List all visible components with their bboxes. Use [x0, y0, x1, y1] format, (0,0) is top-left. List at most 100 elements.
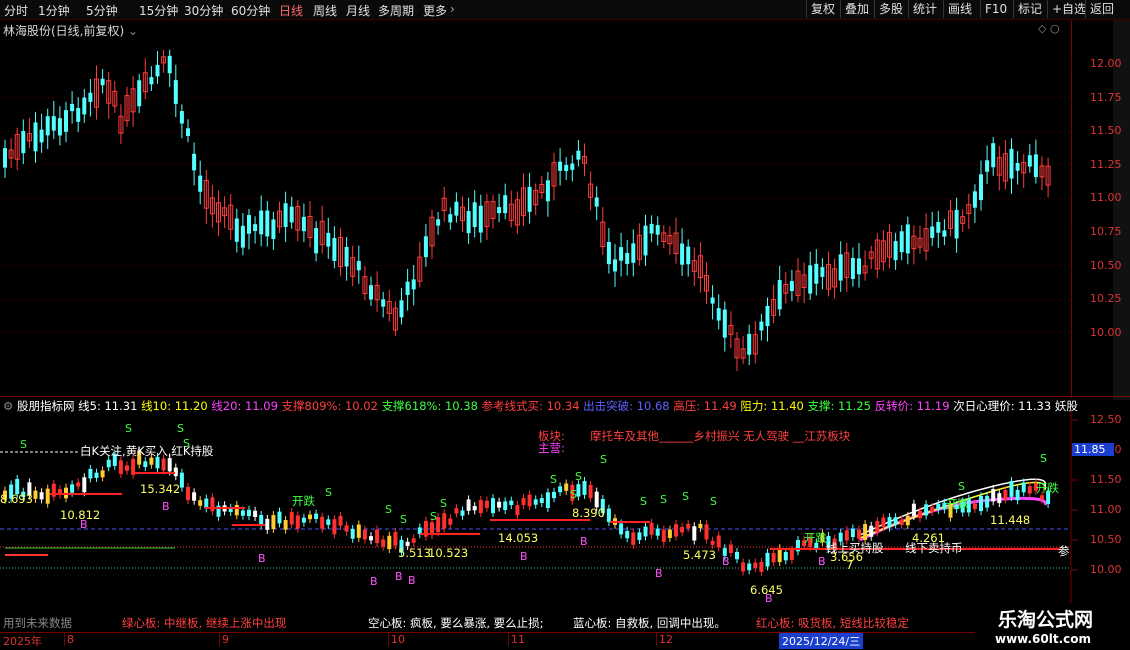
tab-more[interactable]: 更多	[423, 2, 447, 19]
axis-tick: 11.25	[1090, 157, 1122, 171]
tab-5min[interactable]: 5分钟	[86, 2, 118, 19]
tab-fenshi[interactable]: 分时	[4, 2, 28, 19]
back-button[interactable]: 返回	[1085, 0, 1118, 18]
ind-candle	[259, 514, 264, 526]
tab-weekly[interactable]: 周线	[313, 2, 337, 19]
candle-down	[423, 236, 428, 258]
date-month-11: 11	[508, 633, 525, 646]
chevron-right-icon[interactable]: ›	[450, 2, 455, 16]
stock-title-text: 林海股份(日线,前复权)	[3, 24, 125, 38]
ind-candle	[295, 515, 300, 529]
tab-daily[interactable]: 日线	[279, 2, 303, 19]
ind-candle	[552, 491, 556, 499]
maximize-icon[interactable]: ○	[1050, 22, 1060, 35]
candle-down	[51, 116, 56, 131]
candle-down	[972, 191, 977, 208]
ind-candle	[680, 527, 685, 533]
candle-down	[198, 175, 203, 192]
ind-candle	[308, 514, 312, 520]
candle-down	[76, 108, 81, 122]
ind-candle	[930, 506, 935, 512]
ind-candle	[509, 500, 514, 506]
ind-candle	[606, 508, 611, 523]
candle-down	[1033, 154, 1038, 178]
candle-down	[173, 80, 178, 104]
multi-stock-button[interactable]: 多股	[874, 0, 907, 18]
ind-candle	[905, 515, 910, 526]
ind-candle	[686, 523, 691, 529]
ind-candle	[265, 518, 270, 530]
ind-candle	[698, 523, 703, 529]
ind-candle	[478, 499, 483, 514]
buy-signal-mark: B	[655, 567, 663, 580]
ind-candle	[789, 549, 794, 560]
candle-down	[899, 231, 904, 253]
mark-button[interactable]: 标记	[1013, 0, 1046, 18]
ind-candle	[918, 510, 922, 519]
ind-candle	[76, 482, 81, 487]
ind-candle	[588, 484, 593, 499]
dropdown-circle-icon[interactable]: ⌄	[128, 24, 138, 38]
ind-candle	[521, 498, 526, 506]
tab-60min[interactable]: 60分钟	[231, 2, 270, 19]
candle-down	[857, 258, 861, 275]
ind-candle	[728, 544, 733, 553]
ind-candle	[765, 552, 770, 567]
candle-down	[234, 218, 239, 242]
window-controls[interactable]: ◇ ○	[1038, 22, 1060, 35]
sell-signal-mark: S	[682, 490, 689, 503]
ind-candle	[88, 468, 93, 479]
candle-down	[942, 230, 947, 237]
axis-tick: 10.50	[1090, 533, 1122, 546]
ind-candle	[527, 494, 532, 507]
candle-down	[454, 201, 459, 216]
diamond-icon[interactable]: ◇	[1038, 22, 1046, 35]
ind-candle	[985, 495, 990, 508]
ind-candle	[143, 461, 148, 468]
ind-candle	[33, 490, 38, 499]
ind-candle	[576, 484, 581, 497]
overlay-button[interactable]: 叠加	[840, 0, 873, 18]
ind-candle	[350, 528, 355, 539]
candle-down	[594, 197, 599, 207]
add-watchlist-button[interactable]: +自选	[1047, 0, 1090, 18]
ref-label: 参	[1058, 544, 1070, 558]
candle-down	[643, 225, 648, 256]
f10-button[interactable]: F10	[980, 0, 1011, 18]
sell-signal-mark: S	[125, 422, 132, 435]
candle-down	[332, 238, 337, 261]
ind-candle	[381, 539, 386, 547]
stats-button[interactable]: 统计	[908, 0, 941, 18]
candle-down	[789, 281, 794, 292]
axis-divider	[1071, 20, 1072, 398]
side-info-strip	[1113, 20, 1130, 400]
ind-candle	[979, 495, 983, 512]
sell-signal-mark: S	[385, 503, 392, 516]
candle-down	[905, 224, 910, 254]
candle-down	[399, 300, 404, 318]
candle-down	[405, 281, 410, 295]
ind-candle	[881, 517, 886, 527]
candle-down	[253, 224, 258, 232]
candle-down	[820, 267, 825, 277]
ind-candle	[39, 492, 44, 500]
ind-candle	[466, 499, 471, 511]
tab-monthly[interactable]: 月线	[346, 2, 370, 19]
tab-1min[interactable]: 1分钟	[38, 2, 70, 19]
fuquan-button[interactable]: 复权	[806, 0, 839, 18]
ind-candle	[393, 531, 398, 546]
ind-candle	[887, 517, 892, 528]
candle-down	[70, 103, 75, 112]
draw-line-button[interactable]: 画线	[943, 0, 976, 18]
candle-down	[314, 228, 319, 254]
candle-down	[247, 215, 251, 234]
kline-chart[interactable]	[0, 20, 1130, 398]
candle-down	[545, 180, 550, 202]
tab-30min[interactable]: 30分钟	[184, 2, 223, 19]
candle-down	[680, 243, 685, 265]
theme-label: 主营:	[538, 441, 565, 455]
value-label: 7	[846, 558, 854, 572]
tab-multi-period[interactable]: 多周期	[378, 2, 414, 19]
tab-15min[interactable]: 15分钟	[139, 2, 178, 19]
ind-candle	[1009, 480, 1014, 497]
